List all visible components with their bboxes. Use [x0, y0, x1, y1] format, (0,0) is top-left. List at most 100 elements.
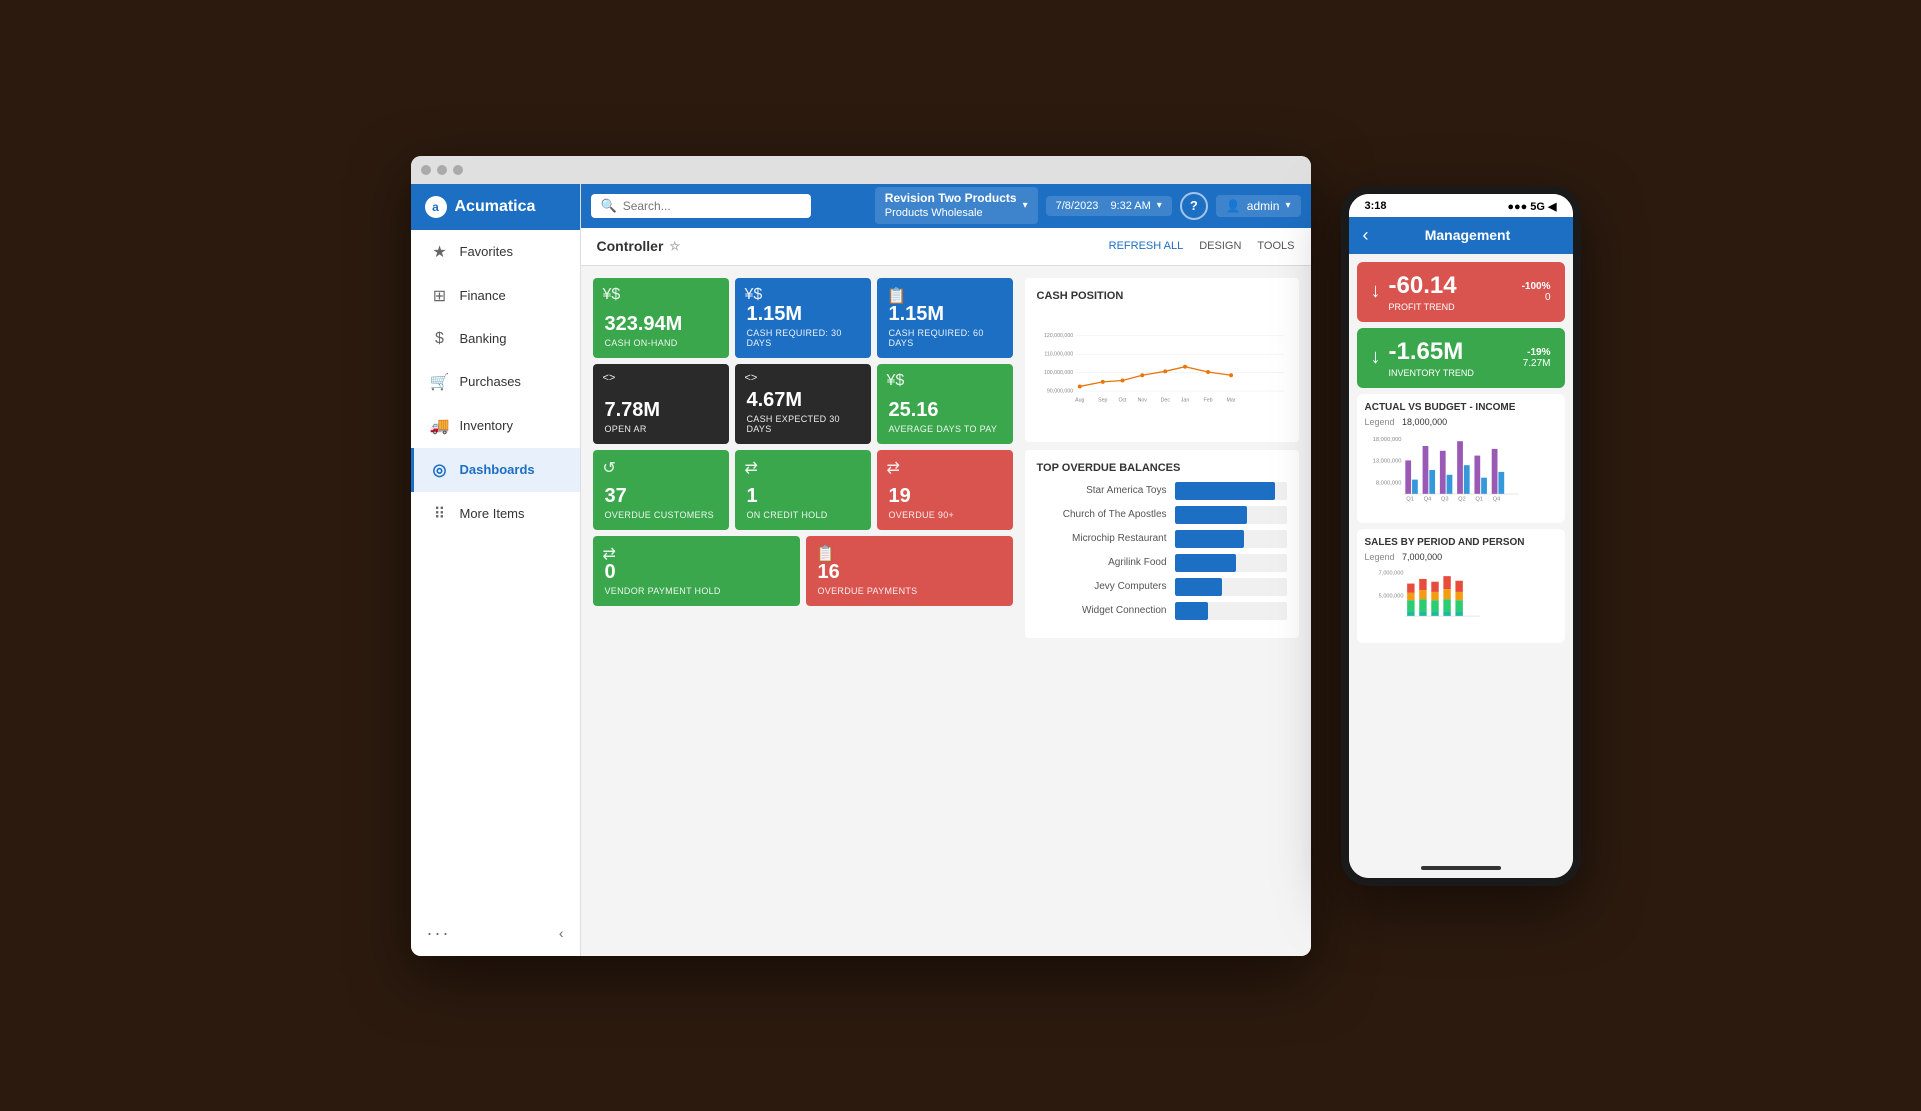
- sidebar-item-label: Favorites: [460, 244, 513, 259]
- refresh-all-btn[interactable]: REFRESH ALL: [1109, 240, 1184, 252]
- phone-inventory-value: -1.65M: [1389, 338, 1474, 366]
- user-name: admin: [1247, 199, 1280, 213]
- phone-back-button[interactable]: ‹: [1363, 225, 1369, 246]
- overdue-title: TOP OVERDUE BALANCES: [1037, 462, 1287, 474]
- svg-text:13,000,000: 13,000,000: [1372, 458, 1401, 464]
- mobile-phone: 3:18 ●●● 5G ◀ ‹ Management ↓ -60.14 PROF…: [1341, 186, 1581, 886]
- sidebar-item-favorites[interactable]: ★ Favorites: [411, 230, 580, 274]
- phone-home-indicator: [1421, 866, 1501, 870]
- bar-label-1: Church of The Apostles: [1037, 509, 1167, 520]
- kpi-icon-2: ¥$: [745, 286, 763, 304]
- phone-chart2-legend: Legend 7,000,000: [1365, 552, 1557, 562]
- kpi-cash-60[interactable]: 📋 1.15M CASH REQUIRED: 60 DAYS: [877, 278, 1013, 358]
- kpi-icon-11: 📋: [816, 544, 836, 564]
- bottom-row: ⇄ 0 VENDOR PAYMENT HOLD 📋 16 OVERDUE PAY…: [593, 536, 1013, 606]
- sidebar-item-finance[interactable]: ⊞ Finance: [411, 274, 580, 318]
- top-overdue-section: TOP OVERDUE BALANCES Star America Toys C…: [1025, 450, 1299, 638]
- sales-chart-svg: 7,000,000 5,000,000: [1365, 565, 1557, 630]
- kpi-value-6: 25.16: [889, 399, 1001, 421]
- app-name: Acumatica: [455, 198, 536, 216]
- bar-row-3: Agrilink Food: [1037, 554, 1287, 572]
- kpi-label-11: OVERDUE PAYMENTS: [818, 586, 1001, 596]
- search-box[interactable]: 🔍: [591, 194, 811, 218]
- svg-text:Nov: Nov: [1137, 397, 1147, 403]
- phone-chart-income: ACTUAL VS BUDGET - INCOME Legend 18,000,…: [1357, 394, 1565, 523]
- bar-track-1: [1175, 506, 1287, 524]
- kpi-label-2: CASH REQUIRED: 30 DAYS: [747, 328, 859, 348]
- sidebar-item-label: Inventory: [460, 418, 513, 433]
- phone-chart1-ymax: 18,000,000: [1402, 417, 1447, 427]
- bar-row-0: Star America Toys: [1037, 482, 1287, 500]
- sidebar-collapse-btn[interactable]: ‹: [559, 925, 564, 941]
- date-value: 7/8/2023: [1056, 200, 1099, 212]
- phone-kpi-inventory[interactable]: ↓ -1.65M INVENTORY TREND -19% 7.27M: [1357, 328, 1565, 388]
- phone-kpi-profit[interactable]: ↓ -60.14 PROFIT TREND -100% 0: [1357, 262, 1565, 322]
- tools-btn[interactable]: TOOLS: [1257, 240, 1294, 252]
- bar-row-1: Church of The Apostles: [1037, 506, 1287, 524]
- kpi-label-6: AVERAGE DAYS TO PAY: [889, 424, 1001, 434]
- design-btn[interactable]: DESIGN: [1199, 240, 1241, 252]
- kpi-overdue-payments[interactable]: 📋 16 OVERDUE PAYMENTS: [806, 536, 1013, 606]
- help-button[interactable]: ?: [1180, 192, 1208, 220]
- phone-inventory-label: INVENTORY TREND: [1389, 368, 1474, 378]
- kpi-cash-on-hand[interactable]: ¥$ 323.94M CASH ON-HAND: [593, 278, 729, 358]
- sidebar-item-more[interactable]: ⠿ More Items: [411, 492, 580, 536]
- search-input[interactable]: [623, 199, 793, 213]
- star-icon: ★: [430, 242, 450, 262]
- svg-text:8,000,000: 8,000,000: [1375, 480, 1401, 486]
- browser-window: a Acumatica ★ Favorites ⊞ Finance $ Bank…: [411, 156, 1311, 956]
- sidebar-item-inventory[interactable]: 🚚 Inventory: [411, 404, 580, 448]
- kpi-value-1: 323.94M: [605, 313, 717, 335]
- phone-chart1-title: ACTUAL VS BUDGET - INCOME: [1365, 402, 1557, 413]
- kpi-open-ar[interactable]: <> 7.78M OPEN AR: [593, 364, 729, 444]
- company-selector[interactable]: Revision Two Products Products Wholesale…: [875, 187, 1038, 225]
- bar-fill-4: [1175, 578, 1222, 596]
- svg-text:120,000,000: 120,000,000: [1043, 333, 1072, 339]
- kpi-vendor-hold[interactable]: ⇄ 0 VENDOR PAYMENT HOLD: [593, 536, 800, 606]
- time-value: 9:32 AM: [1110, 200, 1150, 212]
- phone-statusbar: 3:18 ●●● 5G ◀: [1349, 194, 1573, 217]
- favorite-star-icon[interactable]: ☆: [669, 239, 680, 253]
- user-button[interactable]: 👤 admin ▾: [1216, 195, 1301, 217]
- overdue-row: ↺ 37 OVERDUE CUSTOMERS ⇄ 1 ON CREDIT HOL…: [593, 450, 1013, 530]
- bar-track-0: [1175, 482, 1287, 500]
- dashboard: ¥$ 323.94M CASH ON-HAND ¥$ 1.15M CASH RE…: [581, 266, 1311, 956]
- date-selector[interactable]: 7/8/2023 9:32 AM ▾: [1046, 196, 1172, 216]
- sidebar-item-label: Finance: [460, 288, 506, 303]
- kpi-value-3: 1.15M: [889, 303, 1001, 325]
- kpi-label-7: OVERDUE CUSTOMERS: [605, 510, 717, 520]
- bar-label-0: Star America Toys: [1037, 485, 1167, 496]
- sidebar-item-label: Banking: [460, 331, 507, 346]
- user-chevron-icon: ▾: [1285, 200, 1290, 211]
- user-icon: 👤: [1226, 199, 1241, 213]
- sidebar-item-banking[interactable]: $ Banking: [411, 318, 580, 360]
- kpi-icon-10: ⇄: [603, 544, 616, 564]
- kpi-label-5: CASH EXPECTED 30 DAYS: [747, 414, 859, 434]
- sidebar-item-dashboards[interactable]: ◎ Dashboards: [411, 448, 580, 492]
- kpi-icon-3: 📋: [887, 286, 907, 306]
- kpi-cash-expected[interactable]: <> 4.67M CASH EXPECTED 30 DAYS: [735, 364, 871, 444]
- bar-track-5: [1175, 602, 1287, 620]
- bar-label-5: Widget Connection: [1037, 605, 1167, 616]
- svg-text:Q1: Q1: [1406, 496, 1414, 502]
- sidebar-item-purchases[interactable]: 🛒 Purchases: [411, 360, 580, 404]
- dashboard-icon: ◎: [430, 460, 450, 480]
- kpi-avg-days[interactable]: ¥$ 25.16 AVERAGE DAYS TO PAY: [877, 364, 1013, 444]
- svg-text:Q3: Q3: [1440, 496, 1448, 502]
- sidebar-item-label: Purchases: [460, 374, 521, 389]
- svg-text:18,000,000: 18,000,000: [1372, 437, 1401, 443]
- phone-profit-pct: -100%: [1522, 281, 1551, 292]
- phone-profit-sub: 0: [1522, 292, 1551, 303]
- kpi-overdue-90[interactable]: ⇄ 19 OVERDUE 90+: [877, 450, 1013, 530]
- kpi-cash-30[interactable]: ¥$ 1.15M CASH REQUIRED: 30 DAYS: [735, 278, 871, 358]
- sidebar-more-dots[interactable]: ···: [427, 923, 451, 944]
- kpi-credit-hold[interactable]: ⇄ 1 ON CREDIT HOLD: [735, 450, 871, 530]
- sidebar-bottom: ··· ‹: [411, 911, 580, 956]
- kpi-value-7: 37: [605, 485, 717, 507]
- kpi-overdue-customers[interactable]: ↺ 37 OVERDUE CUSTOMERS: [593, 450, 729, 530]
- svg-text:110,000,000: 110,000,000: [1044, 351, 1073, 357]
- topbar: 🔍 Revision Two Products Products Wholesa…: [581, 184, 1311, 228]
- kpi-label-9: OVERDUE 90+: [889, 510, 1001, 520]
- svg-text:Q4: Q4: [1492, 496, 1500, 502]
- kpi-icon-4: <>: [603, 372, 616, 384]
